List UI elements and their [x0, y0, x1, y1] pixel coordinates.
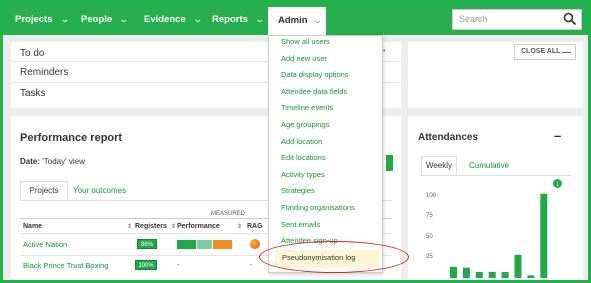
column-performance[interactable]: Performance [177, 223, 220, 230]
admin-menu-item[interactable]: Attendee data fields [281, 87, 347, 96]
attendance-bar[interactable] [475, 271, 483, 278]
peek-text: • [383, 48, 386, 55]
nav-people[interactable]: People ⌄ [81, 3, 130, 35]
rag-indicator [250, 239, 260, 249]
attendance-bar[interactable] [540, 193, 548, 278]
performance-bar-segment [213, 240, 232, 249]
attendance-bar[interactable] [501, 271, 509, 278]
performance-title: Performance report [20, 132, 123, 144]
chevron-down-icon: ⌄ [118, 14, 130, 24]
tasks-row[interactable]: Tasks [20, 88, 46, 99]
registers-badge: 86% [137, 239, 157, 249]
close-all-card: CLOSE ALL — [408, 42, 583, 108]
reminders-row[interactable]: Reminders [20, 67, 68, 78]
rag-empty: - [250, 260, 253, 269]
column-registers[interactable]: Registers [135, 223, 167, 230]
admin-menu-item[interactable]: Funding organisations [281, 203, 355, 212]
todo-row[interactable]: To do [20, 48, 44, 59]
app-frame: Projects ⌄ People ⌄ Evidence ⌄ Reports ⌄ Adm… [0, 0, 591, 283]
date-value: 'Today' view [42, 157, 85, 166]
admin-menu-item[interactable]: Sent emails [281, 220, 320, 229]
nav-projects-label: Projects [15, 14, 53, 25]
chevron-down-icon: ⌄ [192, 14, 203, 24]
nav-admin-label: Admin [278, 15, 308, 26]
y-tick-label: 25 [426, 254, 433, 260]
admin-menu-item[interactable]: Age groupings [281, 120, 329, 129]
tab-projects[interactable]: Projects [20, 181, 68, 200]
search-input[interactable]: Search [452, 9, 582, 30]
attendance-bar[interactable] [527, 275, 535, 278]
attendances-chart [450, 193, 548, 278]
registers-badge: 100% [135, 260, 157, 270]
sort-icon[interactable]: ⇕ [237, 223, 242, 230]
admin-menu-item[interactable]: Edit locations [281, 153, 326, 162]
attendance-bar[interactable] [450, 266, 457, 278]
y-tick-label: 50 [426, 234, 433, 240]
y-tick-label: 100 [426, 193, 437, 199]
nav-evidence[interactable]: Evidence ⌄ [144, 3, 203, 35]
date-label: Date: [20, 157, 41, 166]
tab-weekly[interactable]: Weekly [421, 156, 457, 175]
admin-menu-item[interactable]: Data display options [281, 70, 349, 79]
nav-projects[interactable]: Projects ⌄ [15, 3, 70, 35]
admin-dropdown-menu: Show all users Add new user Data display o… [268, 35, 383, 273]
performance-bar [177, 240, 239, 249]
nav-reports-label: Reports [212, 14, 248, 25]
row-project-name[interactable]: Black Prince Trust Boxing [23, 261, 108, 270]
attendances-title: Attendances [418, 132, 479, 143]
performance-bar-segment [177, 240, 196, 249]
attendances-card: Attendances – Weekly Cumulative ↓ 100 75… [408, 116, 583, 280]
annotation-ellipse [259, 241, 409, 273]
nav-evidence-label: Evidence [144, 14, 186, 25]
y-tick-label: 75 [426, 213, 433, 219]
attendance-bar[interactable] [514, 254, 522, 278]
top-navigation: Projects ⌄ People ⌄ Evidence ⌄ Reports ⌄ Adm… [3, 3, 588, 35]
column-rag[interactable]: RAG [247, 223, 263, 230]
collapse-icon[interactable]: – [554, 128, 561, 143]
attendance-bar[interactable] [462, 267, 470, 278]
admin-menu-item[interactable]: Activity types [281, 170, 325, 179]
attendance-bar[interactable] [488, 271, 496, 278]
close-all-button[interactable]: CLOSE ALL — [514, 44, 576, 60]
minus-icon: — [562, 47, 571, 57]
admin-menu-item[interactable]: Show all users [281, 37, 330, 46]
admin-menu-item[interactable]: Strategies [281, 186, 315, 195]
row-project-name[interactable]: Active Nation [23, 240, 67, 249]
sort-icon[interactable]: ⇕ [171, 223, 176, 230]
admin-menu-item[interactable]: Timeline events [281, 103, 333, 112]
sort-icon[interactable]: ⇕ [127, 223, 132, 230]
tab-cumulative[interactable]: Cumulative [469, 156, 509, 175]
nav-reports[interactable]: Reports ⌄ [212, 3, 265, 35]
action-button[interactable] [386, 155, 393, 171]
chevron-down-icon: ⌄ [254, 14, 265, 24]
chevron-down-icon: ⌄ [58, 14, 70, 24]
admin-menu-item[interactable]: Add location [281, 137, 322, 146]
admin-menu-item[interactable]: Add new user [281, 54, 327, 63]
measured-label: MEASURED [211, 211, 246, 217]
column-name[interactable]: Name [23, 223, 42, 230]
nav-people-label: People [81, 14, 113, 25]
nav-admin[interactable]: Admin ⌄ [268, 7, 326, 35]
tab-your-outcomes[interactable]: Your outcomes [73, 181, 126, 200]
close-all-label: CLOSE ALL [521, 48, 561, 55]
performance-date: Date: 'Today' view [20, 157, 85, 166]
performance-empty: - [177, 260, 180, 269]
chevron-down-icon: ⌄ [312, 15, 323, 25]
search-placeholder: Search [459, 14, 488, 24]
performance-bar-segment [196, 240, 213, 249]
search-icon[interactable] [563, 12, 577, 26]
